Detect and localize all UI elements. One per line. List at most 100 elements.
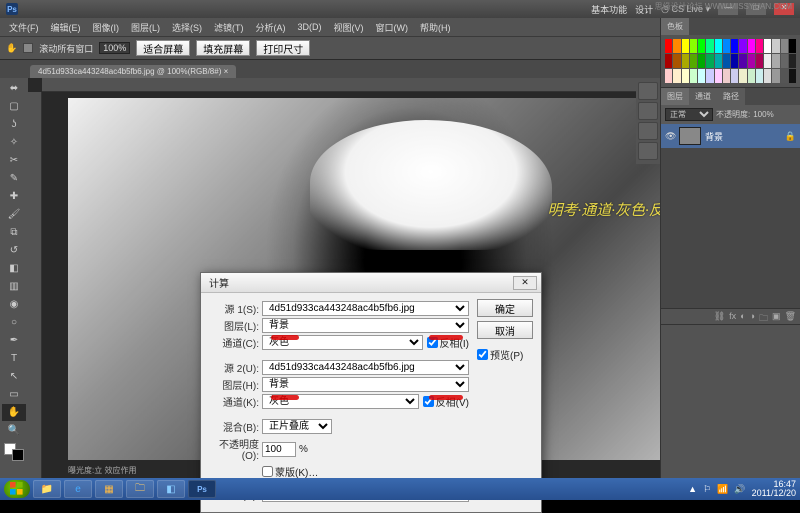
brush-tool-icon[interactable]: 🖌 [2, 206, 26, 223]
layers-empty-area[interactable] [661, 148, 800, 308]
tray-icon[interactable]: ⚐ [703, 484, 711, 495]
lock-icon: 🔒 [785, 131, 796, 142]
mask-checkbox[interactable] [262, 466, 273, 477]
history-brush-icon[interactable]: ↺ [2, 242, 26, 259]
menu-3d[interactable]: 3D(D) [293, 20, 327, 34]
tab-layers[interactable]: 图层 [661, 88, 689, 105]
ok-button[interactable]: 确定 [477, 299, 533, 317]
scroll-all-checkbox[interactable] [23, 43, 33, 53]
adjustment-icon[interactable]: ◑ [750, 311, 755, 322]
collapsed-panel-icon[interactable] [638, 82, 658, 100]
preview-checkbox[interactable] [477, 349, 488, 360]
zoom-level[interactable]: 100% [99, 42, 130, 54]
menu-help[interactable]: 帮助(H) [415, 19, 456, 36]
workspace-basic[interactable]: 基本功能 [591, 3, 627, 16]
dodge-tool-icon[interactable]: ○ [2, 314, 26, 331]
menu-file[interactable]: 文件(F) [4, 19, 44, 36]
collapsed-panel-icon[interactable] [638, 142, 658, 160]
stamp-tool-icon[interactable]: ⧉ [2, 224, 26, 241]
type-tool-icon[interactable]: T [2, 350, 26, 367]
marquee-tool-icon[interactable]: ▢ [2, 98, 26, 115]
menu-filter[interactable]: 滤镜(T) [209, 19, 249, 36]
src2-select[interactable]: 4d51d933ca443248ac4b5fb6.jpg [262, 360, 469, 375]
gradient-tool-icon[interactable]: ▥ [2, 278, 26, 295]
fit-screen-button[interactable]: 适合屏幕 [136, 40, 190, 56]
menu-select[interactable]: 选择(S) [167, 19, 207, 36]
menu-edit[interactable]: 编辑(E) [46, 19, 86, 36]
tray-icon[interactable]: ▲ [688, 484, 697, 494]
menu-analysis[interactable]: 分析(A) [251, 19, 291, 36]
tab-close-icon[interactable]: × [224, 67, 229, 76]
fx-icon[interactable]: fx [729, 311, 736, 322]
ps-logo-icon: Ps [6, 3, 18, 15]
document-tab[interactable]: 4d51d933ca443248ac4b5fb6.jpg @ 100%(RGB/… [30, 65, 236, 78]
hand-tool-icon[interactable]: ✋ [2, 404, 26, 421]
lasso-tool-icon[interactable]: ʖ [2, 116, 26, 133]
shape-tool-icon[interactable]: ▭ [2, 386, 26, 403]
mask-icon[interactable]: ◐ [740, 311, 745, 322]
pen-tool-icon[interactable]: ✒ [2, 332, 26, 349]
fill-screen-button[interactable]: 填充屏幕 [196, 40, 250, 56]
swatches-grid[interactable] [661, 35, 800, 87]
taskbar-app-icon[interactable]: ▦ [95, 480, 123, 498]
collapsed-panel-icon[interactable] [638, 102, 658, 120]
link-icon[interactable]: ⛓ [714, 311, 725, 322]
blur-tool-icon[interactable]: ◉ [2, 296, 26, 313]
eraser-tool-icon[interactable]: ◧ [2, 260, 26, 277]
heal-tool-icon[interactable]: ✚ [2, 188, 26, 205]
collapsed-panel-icon[interactable] [638, 122, 658, 140]
tab-paths[interactable]: 路径 [717, 88, 745, 105]
zoom-tool-icon[interactable]: 🔍 [2, 422, 26, 439]
cancel-button[interactable]: 取消 [477, 321, 533, 339]
new-layer-icon[interactable]: ▣ [772, 311, 781, 322]
swatches-panel: 色板 [661, 18, 800, 88]
dialog-close-icon[interactable]: ✕ [513, 276, 537, 290]
red-annotation [271, 335, 299, 340]
collapsed-panels [636, 78, 660, 164]
windows-taskbar: 📁 e ▦ 🗀 ◧ Ps ▲ ⚐ 📶 🔊 16:47 2011/12/20 [0, 478, 800, 500]
layer-name[interactable]: 背景 [705, 130, 723, 143]
clock-date[interactable]: 2011/12/20 [752, 489, 796, 498]
taskbar-ie-icon[interactable]: e [64, 480, 92, 498]
visibility-icon[interactable]: 👁 [665, 131, 675, 141]
trash-icon[interactable]: 🗑 [785, 311, 796, 322]
layer2-select[interactable]: 背景 [262, 377, 469, 392]
eyedropper-tool-icon[interactable]: ✎ [2, 170, 26, 187]
hand-tool-icon[interactable]: ✋ [6, 43, 17, 54]
ruler-vertical [28, 92, 42, 478]
color-swatch[interactable] [4, 443, 24, 461]
blend-mode-select[interactable]: 正常 [665, 108, 713, 121]
tab-swatches[interactable]: 色板 [661, 18, 689, 35]
move-tool-icon[interactable]: ⬌ [2, 80, 26, 97]
channel1-label: 通道(C): [209, 335, 259, 350]
tab-channels[interactable]: 通道 [689, 88, 717, 105]
src1-select[interactable]: 4d51d933ca443248ac4b5fb6.jpg [262, 301, 469, 316]
tray-network-icon[interactable]: 📶 [717, 484, 728, 495]
taskbar-explorer-icon[interactable]: 📁 [33, 480, 61, 498]
taskbar-app-icon[interactable]: ◧ [157, 480, 185, 498]
taskbar-ps-icon[interactable]: Ps [188, 480, 216, 498]
menu-image[interactable]: 图像(I) [88, 19, 125, 36]
crop-tool-icon[interactable]: ✂ [2, 152, 26, 169]
taskbar-folder-icon[interactable]: 🗀 [126, 480, 154, 498]
blend-select[interactable]: 正片叠底 [262, 419, 332, 434]
dialog-titlebar[interactable]: 计算 ✕ [201, 273, 541, 293]
layer-row[interactable]: 👁 背景 🔒 [661, 124, 800, 148]
opacity-input[interactable] [262, 442, 296, 457]
page-watermark: 思缘设计论坛 WWW.MISSYUAN.COM [655, 1, 792, 12]
red-annotation [429, 395, 463, 400]
wand-tool-icon[interactable]: ✧ [2, 134, 26, 151]
menu-window[interactable]: 窗口(W) [371, 19, 414, 36]
start-button[interactable] [4, 480, 30, 498]
folder-icon[interactable]: 🗀 [759, 311, 768, 322]
workspace-design[interactable]: 设计 [635, 3, 653, 16]
tray-volume-icon[interactable]: 🔊 [734, 484, 745, 495]
path-tool-icon[interactable]: ↖ [2, 368, 26, 385]
print-size-button[interactable]: 打印尺寸 [256, 40, 310, 56]
layer1-select[interactable]: 背景 [262, 318, 469, 333]
layer1-label: 图层(L): [209, 318, 259, 333]
opacity-value[interactable]: 100% [753, 110, 773, 119]
menu-view[interactable]: 视图(V) [329, 19, 369, 36]
menu-layer[interactable]: 图层(L) [126, 19, 165, 36]
layers-panel: 图层 通道 路径 正常 不透明度: 100% 👁 背景 🔒 ⛓ fx ◐ ◑ [661, 88, 800, 325]
